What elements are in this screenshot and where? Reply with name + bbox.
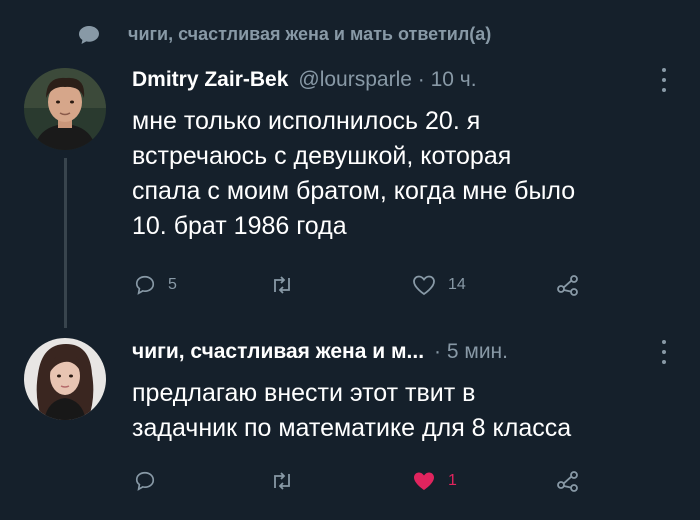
more-options-icon[interactable] [660,68,668,92]
like-count: 14 [448,276,466,293]
retweet-icon [274,276,290,294]
like-count: 1 [448,472,457,489]
author-name[interactable]: чиги, счастливая жена и м... [132,340,424,364]
reply-button[interactable] [134,470,168,492]
tweet-actions: 5 14 [0,274,700,304]
share-icon [557,275,578,296]
tweet-header: Dmitry Zair-Bek @loursparle · 10 ч. [132,68,477,92]
post-time[interactable]: · 5 мин. [434,340,508,364]
tweet-text: предлагаю внести этот твит в задачник по… [132,379,572,442]
tweet-text: мне только исполнилось 20. я встречаюсь … [132,107,576,240]
reply-context: чиги, счастливая жена и мать ответил(а) [78,24,491,45]
reply-context-text: чиги, счастливая жена и мать ответил(а) [128,24,492,44]
reply-icon [135,275,155,295]
share-icon [557,471,578,492]
share-button[interactable] [556,470,580,492]
reply-button[interactable]: 5 [134,274,177,296]
author-handle-time[interactable]: @loursparle · 10 ч. [298,68,476,92]
more-options-icon[interactable] [660,340,668,364]
avatar[interactable] [24,338,106,420]
author-name[interactable]: Dmitry Zair-Bek [132,68,288,92]
tweet-header: чиги, счастливая жена и м... · 5 мин. [132,340,508,364]
chat-bubble-icon [79,25,99,44]
retweet-button[interactable] [270,274,306,296]
retweet-button[interactable] [270,470,306,492]
tweet-actions: 1 [0,470,700,500]
avatar[interactable] [24,68,106,150]
reply-count: 5 [168,276,177,293]
reply-icon [135,471,155,491]
retweet-icon [274,472,290,490]
share-button[interactable] [556,274,580,296]
heart-icon [413,275,435,296]
heart-filled-icon [414,472,434,490]
like-button[interactable]: 1 [412,470,457,492]
like-button[interactable]: 14 [412,274,466,296]
